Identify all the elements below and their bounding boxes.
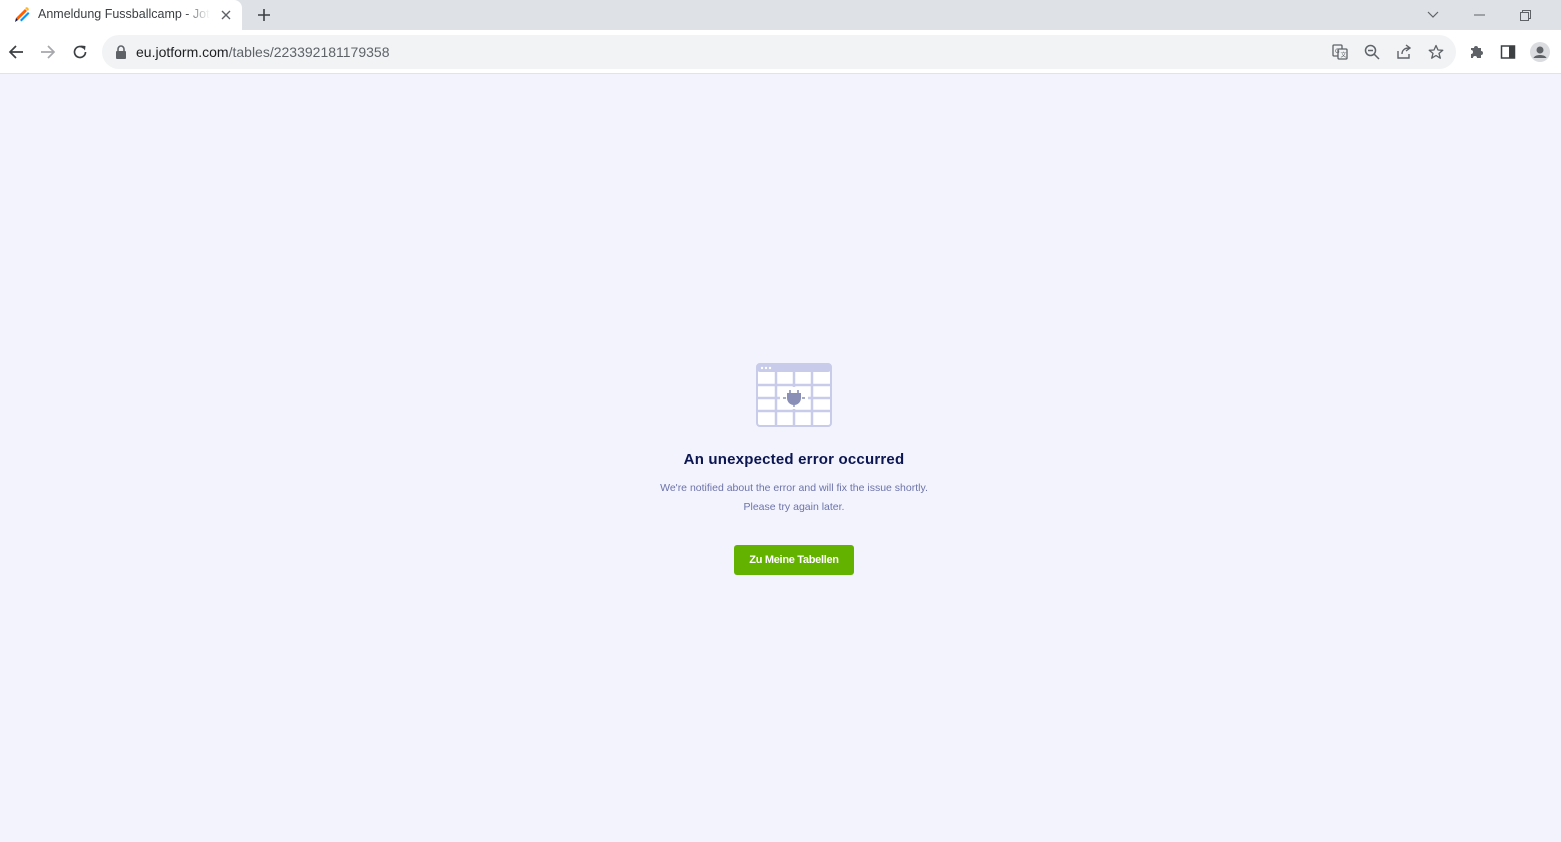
jotform-favicon-icon xyxy=(15,7,30,22)
new-tab-icon[interactable] xyxy=(253,4,275,26)
url-text[interactable]: eu.jotform.com/tables/223392181179358 xyxy=(136,44,389,60)
back-button[interactable] xyxy=(2,38,30,66)
arrow-right-icon xyxy=(41,45,56,59)
svg-text:文: 文 xyxy=(1341,51,1347,59)
url-path: /tables/223392181179358 xyxy=(228,44,390,60)
restore-icon[interactable] xyxy=(1502,0,1548,30)
tab-title: Anmeldung Fussballcamp - Jotform Tables xyxy=(38,7,210,21)
browser-toolbar: eu.jotform.com/tables/223392181179358 G文 xyxy=(0,30,1561,74)
profile-icon[interactable] xyxy=(1528,40,1552,64)
zoom-out-icon[interactable] xyxy=(1360,40,1384,64)
minimize-icon[interactable] xyxy=(1456,0,1502,30)
svg-text:G: G xyxy=(1335,48,1340,55)
error-title: An unexpected error occurred xyxy=(683,451,905,468)
forward-button[interactable] xyxy=(34,38,62,66)
lock-icon[interactable] xyxy=(114,44,128,60)
browser-tab-active[interactable]: Anmeldung Fussballcamp - Jotform Tables xyxy=(0,0,242,30)
go-to-my-tables-button[interactable]: Zu Meine Tabellen xyxy=(734,545,854,575)
url-host: eu.jotform.com xyxy=(136,44,229,60)
broken-table-icon xyxy=(756,363,832,427)
address-bar[interactable]: eu.jotform.com/tables/223392181179358 G文 xyxy=(102,35,1456,69)
page-content: An unexpected error occurred We're notif… xyxy=(0,75,1561,842)
error-description-line: Please try again later. xyxy=(743,501,845,513)
error-description: We're notified about the error and will … xyxy=(0,479,1561,517)
reload-button[interactable] xyxy=(66,38,94,66)
side-panel-icon[interactable] xyxy=(1496,40,1520,64)
error-description-line: We're notified about the error and will … xyxy=(660,482,928,494)
puzzle-icon[interactable] xyxy=(1464,40,1488,64)
arrow-left-icon xyxy=(8,45,23,59)
translate-icon[interactable]: G文 xyxy=(1328,40,1352,64)
reload-icon xyxy=(73,45,87,59)
tab-strip: Anmeldung Fussballcamp - Jotform Tables xyxy=(0,0,1561,30)
close-tab-icon[interactable] xyxy=(217,6,235,24)
tab-search-icon[interactable] xyxy=(1410,0,1456,30)
star-icon[interactable] xyxy=(1424,40,1448,64)
share-icon[interactable] xyxy=(1392,40,1416,64)
